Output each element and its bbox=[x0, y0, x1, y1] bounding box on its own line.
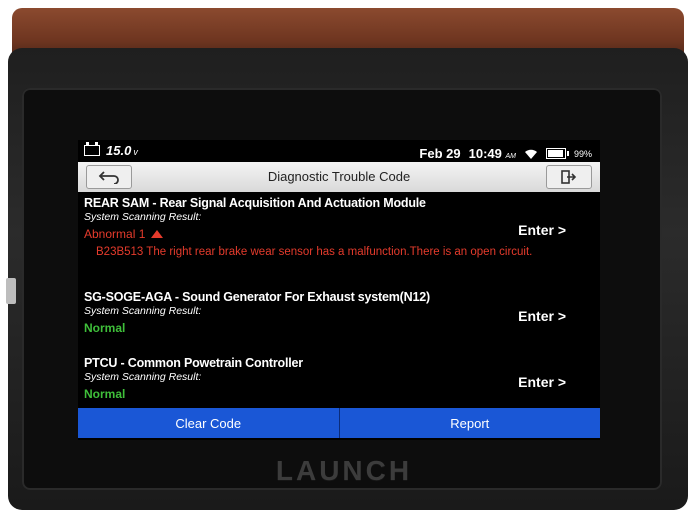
action-bar: Clear Code Report bbox=[78, 408, 600, 438]
status-bar: 15.0 v Feb 29 10:49 AM 99% bbox=[78, 140, 600, 164]
voltage-unit: v bbox=[133, 147, 138, 157]
voltage-value: 15.0 bbox=[106, 143, 132, 158]
dtc-description: B23B513 The right rear brake wear sensor… bbox=[96, 246, 533, 258]
status-text: Abnormal 1 bbox=[84, 227, 146, 241]
enter-button-rear-sam[interactable]: Enter > bbox=[518, 222, 566, 238]
module-name: PTCU - Common Powetrain Controller bbox=[84, 356, 303, 370]
exit-icon bbox=[561, 170, 577, 184]
status-date: Feb 29 bbox=[419, 146, 461, 161]
module-name: SG-SOGE-AGA - Sound Generator For Exhaus… bbox=[84, 290, 430, 304]
battery-icon bbox=[545, 148, 569, 159]
wifi-icon bbox=[524, 149, 538, 159]
enter-button-sg-soge-aga[interactable]: Enter > bbox=[518, 308, 566, 324]
module-name: REAR SAM - Rear Signal Acquisition And A… bbox=[84, 196, 426, 210]
status-ampm: AM bbox=[505, 153, 516, 160]
title-bar: Diagnostic Trouble Code bbox=[78, 162, 600, 192]
module-list: REAR SAM - Rear Signal Acquisition And A… bbox=[78, 192, 600, 404]
page-title: Diagnostic Trouble Code bbox=[267, 169, 411, 184]
exit-button[interactable] bbox=[546, 165, 592, 189]
device-side-button bbox=[6, 278, 16, 304]
enter-button-ptcu[interactable]: Enter > bbox=[518, 374, 566, 390]
device-brand-logo: LAUNCH bbox=[275, 455, 413, 486]
battery-percent: 99% bbox=[573, 148, 592, 159]
screen: 15.0 v Feb 29 10:49 AM 99% Diagnostic Tro… bbox=[78, 140, 600, 440]
voltage-indicator: 15.0 v bbox=[84, 142, 138, 158]
clear-code-button[interactable]: Clear Code bbox=[78, 408, 340, 438]
report-button[interactable]: Report bbox=[339, 408, 600, 438]
status-time: 10:49 bbox=[468, 146, 502, 161]
car-battery-icon bbox=[84, 142, 100, 156]
warning-triangle-icon bbox=[151, 230, 164, 238]
